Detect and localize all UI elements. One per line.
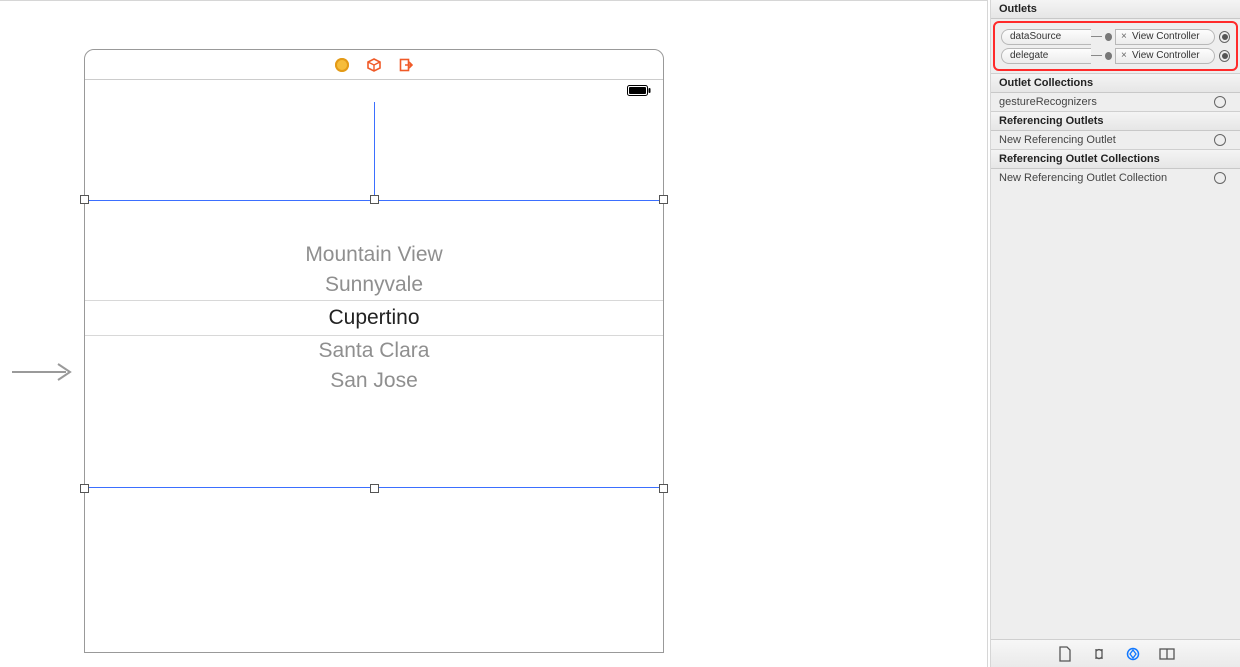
resize-handle[interactable] (659, 484, 668, 493)
uipickerview[interactable]: Mountain View Sunnyvale Cupertino Santa … (85, 240, 663, 396)
battery-icon (627, 85, 651, 96)
picker-row[interactable]: Santa Clara (85, 336, 663, 366)
resize-handle[interactable] (80, 484, 89, 493)
connection-port-empty[interactable] (1214, 96, 1226, 108)
referencing-outlet-row[interactable]: New Referencing Outlet (991, 131, 1240, 149)
referencing-outlet-label: New Referencing Outlet (999, 134, 1116, 146)
picker-row-selected[interactable]: Cupertino (85, 300, 663, 336)
outlet-collection-label: gestureRecognizers (999, 96, 1097, 108)
picker-row[interactable]: Mountain View (85, 240, 663, 270)
exit-icon[interactable] (399, 58, 413, 72)
section-outlets-header: Outlets (991, 0, 1240, 19)
resize-handle[interactable] (659, 195, 668, 204)
resize-handle[interactable] (370, 195, 379, 204)
outlets-highlight: dataSource View Controller delegate View… (993, 21, 1238, 71)
referencing-outlet-collection-label: New Referencing Outlet Collection (999, 172, 1167, 184)
connections-inspector-tab-icon[interactable] (1125, 646, 1141, 662)
connection-port-empty[interactable] (1214, 172, 1226, 184)
inspector-tab-bar (991, 639, 1240, 667)
outlet-target: View Controller (1115, 29, 1215, 45)
first-responder-icon[interactable] (367, 58, 381, 72)
constraint-guide-vertical (374, 102, 375, 198)
quick-help-tab-icon[interactable] (1091, 646, 1107, 662)
status-bar (85, 80, 663, 100)
resize-handle[interactable] (370, 484, 379, 493)
resize-handle[interactable] (80, 195, 89, 204)
section-outlet-collections-header: Outlet Collections (991, 73, 1240, 93)
connector-dot-icon (1105, 33, 1112, 41)
referencing-outlet-collection-row[interactable]: New Referencing Outlet Collection (991, 169, 1240, 187)
file-inspector-tab-icon[interactable] (1057, 646, 1073, 662)
connector-line (1091, 55, 1102, 56)
view-controller-icon[interactable] (335, 58, 349, 72)
connections-inspector: Outlets dataSource View Controller deleg… (990, 0, 1240, 667)
picker-row[interactable]: San Jose (85, 366, 663, 396)
connection-port-filled[interactable] (1219, 31, 1230, 43)
outlet-target: View Controller (1115, 48, 1215, 64)
scene-dock (85, 50, 663, 80)
entry-point-arrow[interactable] (0, 357, 80, 387)
picker-row[interactable]: Sunnyvale (85, 270, 663, 300)
view-controller-scene[interactable]: Mountain View Sunnyvale Cupertino Santa … (84, 49, 664, 653)
connector-dot-icon (1105, 52, 1112, 60)
outlet-name: dataSource (1001, 29, 1091, 45)
connector-line (1091, 36, 1102, 37)
outlet-collection-row[interactable]: gestureRecognizers (991, 93, 1240, 111)
connection-port-empty[interactable] (1214, 134, 1226, 146)
outlet-connection-row[interactable]: dataSource View Controller (1001, 28, 1230, 45)
connection-port-filled[interactable] (1219, 50, 1230, 62)
storyboard-canvas[interactable]: Mountain View Sunnyvale Cupertino Santa … (0, 0, 988, 667)
size-inspector-tab-icon[interactable] (1159, 646, 1175, 662)
outlet-connection-row[interactable]: delegate View Controller (1001, 47, 1230, 64)
outlet-name: delegate (1001, 48, 1091, 64)
section-referencing-outlets-header: Referencing Outlets (991, 111, 1240, 131)
section-referencing-outlet-collections-header: Referencing Outlet Collections (991, 149, 1240, 169)
